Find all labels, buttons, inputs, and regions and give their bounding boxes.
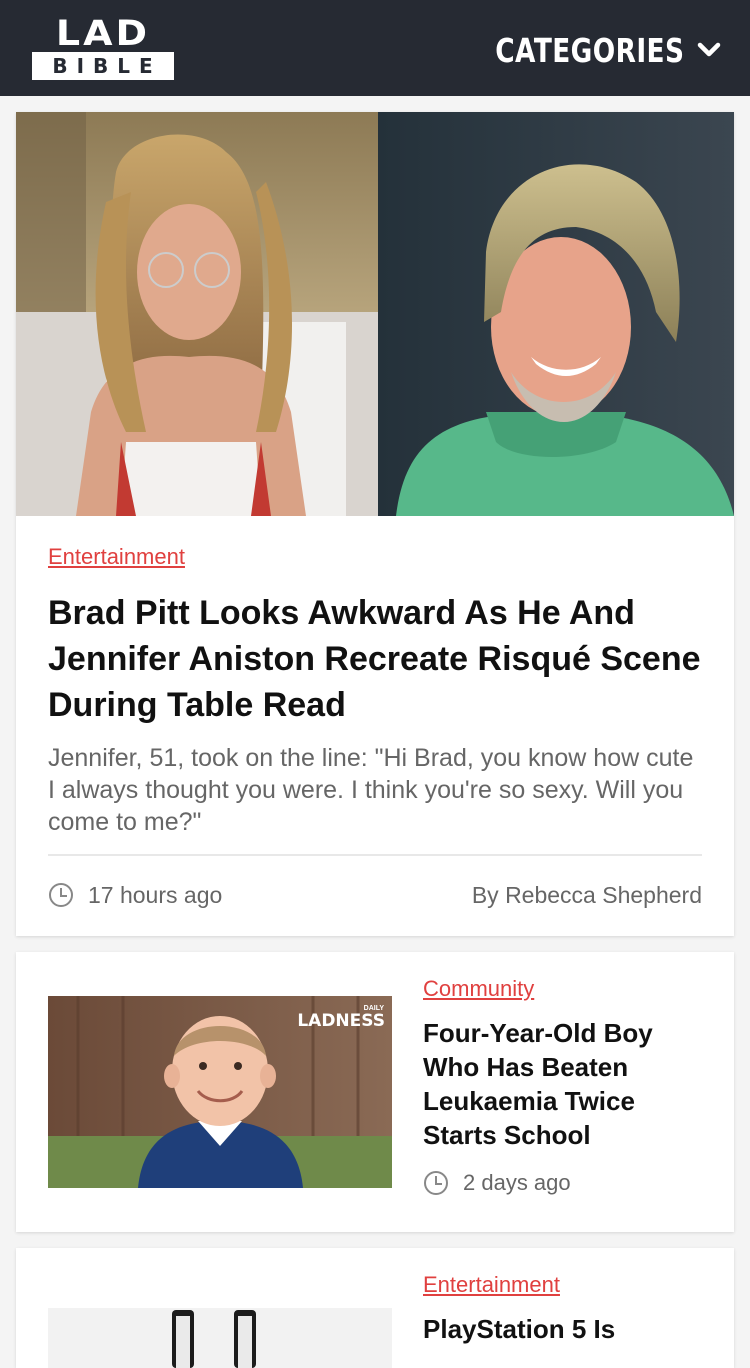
logo-text-bottom: BIBLE (32, 52, 174, 80)
meta-divider (48, 854, 702, 856)
top-navigation-bar: LAD BIBLE CATEGORIES (0, 0, 750, 96)
article-title[interactable]: PlayStation 5 Is (423, 1312, 713, 1346)
article-card[interactable]: DAILY LADNESS Community Four-Year-Old Bo… (16, 952, 734, 1232)
categories-label: CATEGORIES (494, 30, 684, 70)
article-info: Entertainment PlayStation 5 Is (423, 1272, 713, 1346)
logo-text-top: LAD (55, 12, 151, 54)
article-category-link[interactable]: Entertainment (423, 1272, 560, 1298)
ladbible-logo[interactable]: LAD BIBLE (32, 16, 174, 80)
article-info: Community Four-Year-Old Boy Who Has Beat… (423, 976, 713, 1196)
featured-article-time: 17 hours ago (88, 881, 223, 908)
article-category-link[interactable]: Community (423, 976, 534, 1002)
featured-article-title[interactable]: Brad Pitt Looks Awkward As He And Jennif… (48, 590, 702, 728)
featured-article-image[interactable] (16, 112, 734, 516)
article-meta: 2 days ago (423, 1170, 713, 1196)
featured-article-author[interactable]: By Rebecca Shepherd (472, 882, 702, 909)
article-title[interactable]: Four-Year-Old Boy Who Has Beaten Leukaem… (423, 1016, 713, 1152)
clock-icon (424, 1171, 448, 1195)
categories-menu-button[interactable]: CATEGORIES (448, 30, 722, 70)
featured-article-meta: 17 hours ago By Rebecca Shepherd (48, 880, 702, 910)
clock-icon (49, 883, 73, 907)
chevron-down-icon (697, 42, 721, 57)
article-thumbnail[interactable]: DAILY LADNESS (48, 996, 392, 1188)
featured-article-category-link[interactable]: Entertainment (48, 544, 185, 570)
article-card[interactable]: Entertainment PlayStation 5 Is (16, 1248, 734, 1368)
article-thumbnail[interactable] (48, 1308, 392, 1368)
featured-article-description: Jennifer, 51, took on the line: "Hi Brad… (48, 744, 694, 836)
article-time: 2 days ago (463, 1170, 571, 1195)
featured-article-card[interactable]: Entertainment Brad Pitt Looks Awkward As… (16, 112, 734, 936)
thumb-watermark: LADNESS (297, 1011, 385, 1031)
